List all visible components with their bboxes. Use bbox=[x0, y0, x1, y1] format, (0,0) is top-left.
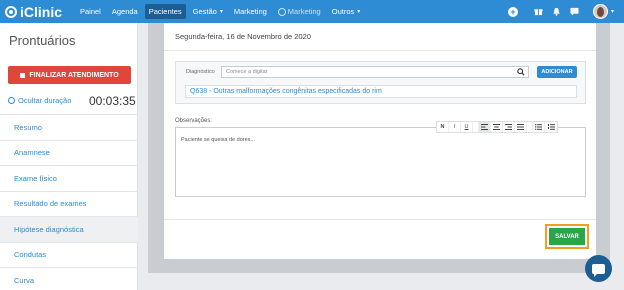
gift-icon[interactable] bbox=[534, 7, 543, 16]
record-date: Segunda-feira, 16 de Novembro de 2020 bbox=[175, 32, 311, 41]
observations-textarea[interactable]: Paciente se queixa de dores... bbox=[175, 127, 586, 197]
nav-label: Marketing bbox=[287, 7, 321, 16]
nav-label: Outros bbox=[331, 7, 355, 16]
diagnosis-label: Diagnóstico bbox=[186, 69, 215, 75]
logo-text: iClinic bbox=[20, 3, 63, 20]
divider bbox=[164, 50, 596, 51]
hide-duration-link[interactable]: Ocultar duração bbox=[8, 96, 71, 105]
nav-label: Agenda bbox=[111, 7, 138, 16]
sidebar-item-exame-fisico[interactable]: Exame físico bbox=[0, 165, 138, 191]
finalize-label: FINALIZAR ATENDIMENTO bbox=[29, 71, 119, 79]
nav-outros[interactable]: Outros ▾ bbox=[328, 4, 365, 19]
sidebar-item-resumo[interactable]: Resumo bbox=[0, 114, 138, 140]
chevron-down-icon: ▾ bbox=[357, 9, 361, 15]
logo-icon bbox=[5, 5, 17, 18]
observations-text: Paciente se queixa de dores... bbox=[181, 137, 255, 143]
text-format-toolbar: N I U bbox=[436, 121, 558, 133]
nav-agenda[interactable]: Agenda bbox=[108, 4, 142, 19]
nav-painel[interactable]: Painel bbox=[76, 4, 105, 19]
bold-button[interactable]: N bbox=[437, 122, 449, 132]
numbered-list-icon[interactable] bbox=[545, 122, 557, 132]
underline-button[interactable]: U bbox=[461, 122, 473, 132]
sidebar-item-anamnese[interactable]: Anamnese bbox=[0, 139, 138, 166]
save-highlight: SALVAR bbox=[545, 224, 589, 249]
chevron-down-icon[interactable]: ▾ bbox=[611, 8, 614, 15]
add-icon[interactable]: + bbox=[507, 6, 518, 17]
diagnosis-placeholder: Comece a digitar bbox=[226, 69, 268, 75]
top-navbar: iClinic Painel Agenda Pacientes Gestão ▾ … bbox=[0, 0, 624, 23]
nav-label: Marketing bbox=[233, 7, 267, 16]
nav-label: Painel bbox=[80, 7, 101, 16]
sidebar-item-label: Hipótese diagnóstica bbox=[14, 224, 84, 234]
nav-pacientes[interactable]: Pacientes bbox=[144, 4, 186, 19]
page-title: Prontuários bbox=[9, 33, 76, 48]
finalize-attendance-button[interactable]: FINALIZAR ATENDIMENTO bbox=[8, 66, 131, 84]
nav-label: Gestão bbox=[192, 7, 217, 16]
support-chat-button[interactable] bbox=[585, 255, 612, 282]
sidebar-item-label: Curva bbox=[14, 275, 35, 285]
sidebar-item-label: Exame físico bbox=[14, 173, 57, 183]
sidebar-item-hipotese-diagnostica[interactable]: Hipótese diagnóstica bbox=[0, 216, 138, 242]
italic-button[interactable]: I bbox=[449, 122, 461, 132]
sidebar-item-label: Resumo bbox=[14, 122, 42, 132]
nav-label: Pacientes bbox=[148, 7, 182, 16]
sidebar: Prontuários FINALIZAR ATENDIMENTO Oculta… bbox=[0, 23, 138, 290]
observations-label: Observações: bbox=[175, 118, 213, 124]
bullet-list-icon[interactable] bbox=[533, 122, 545, 132]
nav-marketing[interactable]: Marketing bbox=[230, 4, 271, 19]
diagnosis-section: Diagnóstico Comece a digitar ADICIONAR Q… bbox=[175, 61, 586, 104]
align-center-icon[interactable] bbox=[491, 122, 503, 132]
user-avatar[interactable] bbox=[592, 4, 608, 19]
nav-gestao[interactable]: Gestão ▾ bbox=[189, 4, 227, 19]
attendance-timer: 00:03:35 bbox=[89, 94, 136, 108]
sidebar-item-label: Anamnese bbox=[14, 148, 50, 158]
header-actions: + ▾ bbox=[499, 3, 614, 20]
chat-icon[interactable] bbox=[570, 7, 579, 16]
add-diagnosis-button[interactable]: ADICIONAR bbox=[537, 66, 577, 78]
divider bbox=[164, 219, 596, 220]
diagnosis-search-input[interactable]: Comece a digitar bbox=[221, 66, 529, 78]
diagnosis-card: Segunda-feira, 16 de Novembro de 2020 Di… bbox=[164, 23, 596, 259]
chevron-down-icon: ▾ bbox=[219, 9, 223, 15]
sidebar-item-curva[interactable]: Curva bbox=[0, 267, 138, 290]
marketing-icon bbox=[277, 7, 286, 16]
sidebar-item-label: Resultado de exames bbox=[14, 199, 87, 209]
align-right-icon[interactable] bbox=[503, 122, 515, 132]
chat-bubble-icon bbox=[592, 263, 605, 277]
iclinic-logo[interactable]: iClinic bbox=[5, 3, 62, 20]
sidebar-item-condutas[interactable]: Condutas bbox=[0, 241, 138, 268]
nav-marketing-app[interactable]: Marketing bbox=[274, 4, 325, 19]
stop-icon bbox=[20, 72, 26, 78]
align-left-icon[interactable] bbox=[479, 122, 491, 132]
diagnosis-item[interactable]: Q638 - Outras malformações congênitas es… bbox=[185, 85, 577, 98]
bell-icon[interactable] bbox=[552, 7, 561, 16]
search-icon[interactable] bbox=[517, 68, 525, 76]
sidebar-item-resultado-exames[interactable]: Resultado de exames bbox=[0, 190, 138, 217]
sidebar-item-label: Condutas bbox=[14, 250, 47, 260]
main-nav: Painel Agenda Pacientes Gestão ▾ Marketin… bbox=[76, 4, 367, 19]
save-button[interactable]: SALVAR bbox=[549, 228, 585, 245]
hide-duration-label: Ocultar duração bbox=[18, 96, 72, 105]
record-sections-menu: Resumo Anamnese Exame físico Resultado d… bbox=[0, 114, 138, 290]
align-justify-icon[interactable] bbox=[515, 122, 527, 132]
clock-icon bbox=[8, 97, 15, 104]
